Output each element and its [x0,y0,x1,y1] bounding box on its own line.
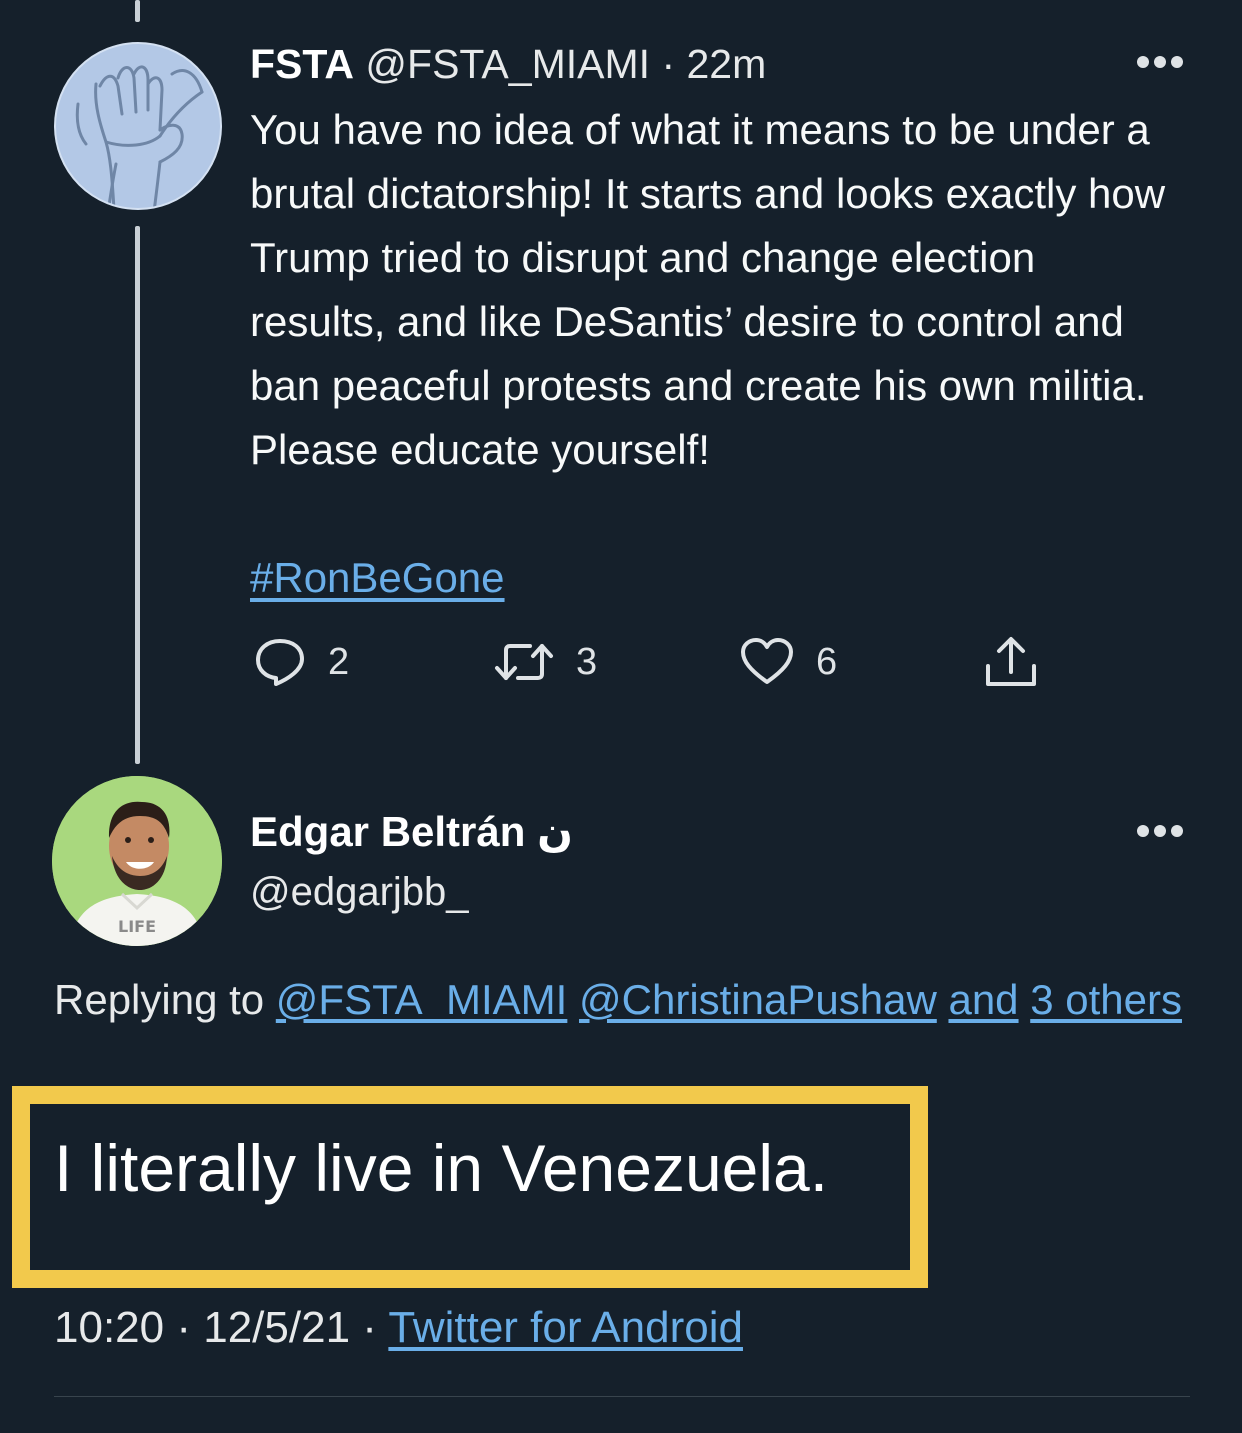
reply-meta: 10:20 · 12/5/21 · Twitter for Android [54,1300,743,1356]
thread-line-top [135,0,140,22]
divider [54,1396,1190,1397]
person-photo-icon: LIFE [52,776,222,946]
avatar-shirt-text: LIFE [118,917,156,936]
name-glyph: ن [537,808,573,855]
like-count: 6 [816,640,838,683]
reply-time: 10:20 [54,1303,165,1352]
author-handle[interactable]: @FSTA_MIAMI [365,41,650,87]
share-button[interactable] [984,632,1060,692]
hand-sketch-icon [75,65,204,208]
reply-author-handle[interactable]: @edgarjbb_ [250,866,469,918]
tweet-text: You have no idea of what it means to be … [250,106,1166,473]
reply-date: 12/5/21 [203,1303,351,1352]
reply-text: I literally live in Venezuela. [54,1131,829,1205]
mention-fsta[interactable]: @FSTA_MIAMI [276,976,568,1023]
heart-icon [741,638,793,684]
mention-others[interactable]: 3 others [1030,976,1182,1023]
hashtag-link[interactable]: #RonBeGone [250,546,505,610]
mention-christina[interactable]: @ChristinaPushaw [579,976,937,1023]
like-button[interactable]: 6 [740,632,837,692]
reply-button[interactable]: 2 [254,632,349,692]
reply-count: 2 [328,640,350,683]
thread-line [135,226,140,764]
more-dots-icon [1137,56,1183,68]
reply-author-name-text: Edgar Beltrán [250,808,526,855]
share-icon [986,637,1036,686]
edgar-avatar[interactable]: LIFE [52,776,222,946]
reply-author-name[interactable]: Edgar Beltrán ن [250,806,573,858]
mention-and[interactable]: and [948,976,1018,1023]
retweet-icon [495,644,553,680]
tweet-header: FSTA @FSTA_MIAMI · 22m [250,40,766,88]
source-link[interactable]: Twitter for Android [388,1303,743,1352]
replying-prefix: Replying to [54,976,265,1023]
meta-separator-2: · [362,1303,377,1352]
meta-separator-1: · [176,1303,191,1352]
separator-dot: · [661,41,676,87]
author-name[interactable]: FSTA [250,41,354,87]
replying-to: Replying to @FSTA_MIAMI @ChristinaPushaw… [54,966,1194,1034]
retweet-button[interactable]: 3 [494,632,597,692]
tweet-more-button[interactable] [1136,55,1184,69]
fsta-avatar[interactable] [54,42,222,210]
retweet-count: 3 [576,640,598,683]
tweet-time[interactable]: 22m [687,41,767,87]
reply-more-button[interactable] [1136,824,1184,838]
reply-bubble-icon [256,639,304,686]
more-dots-icon [1137,825,1183,837]
